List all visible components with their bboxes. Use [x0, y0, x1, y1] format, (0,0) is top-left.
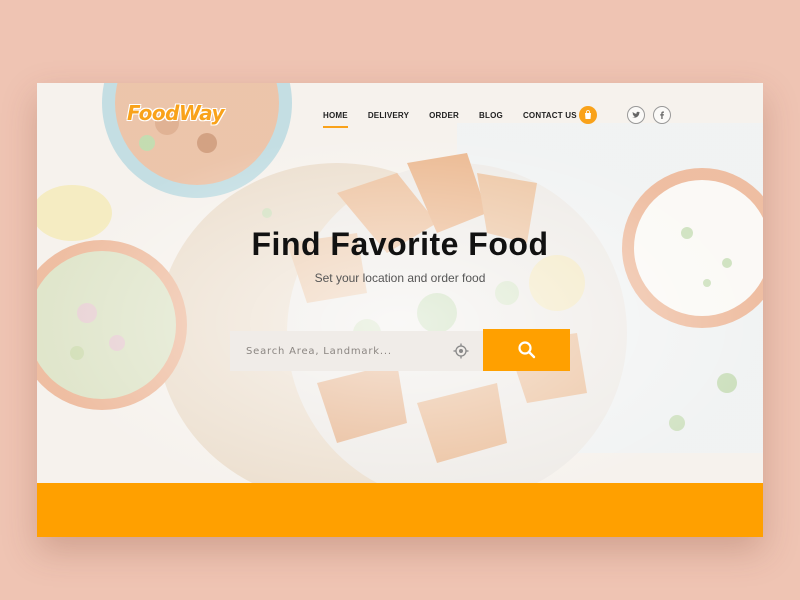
nav-item-contact-us[interactable]: CONTACT US: [523, 111, 577, 128]
hero-title: Find Favorite Food: [251, 226, 549, 262]
footer-band: [37, 483, 763, 537]
nav-item-order[interactable]: ORDER: [429, 111, 459, 128]
main-nav: HOME DELIVERY ORDER BLOG CONTACT US: [323, 111, 597, 128]
search-button[interactable]: [483, 329, 570, 371]
nav-item-blog[interactable]: BLOG: [479, 111, 503, 128]
search-input[interactable]: [230, 331, 440, 371]
nav-item-home[interactable]: HOME: [323, 111, 348, 128]
shopping-bag-icon[interactable]: [579, 106, 597, 124]
foodway-logo[interactable]: FoodWay: [127, 101, 225, 125]
location-search-box: [230, 331, 483, 371]
twitter-icon[interactable]: [627, 106, 645, 124]
nav-item-delivery[interactable]: DELIVERY: [368, 111, 409, 128]
facebook-icon[interactable]: [653, 106, 671, 124]
hero-subtitle: Set your location and order food: [314, 271, 486, 285]
landing-page-card: FoodWay HOME DELIVERY ORDER BLOG CONTACT…: [37, 83, 763, 537]
search-icon: [517, 341, 535, 359]
location-target-icon[interactable]: [453, 343, 469, 359]
hero-section: FoodWay HOME DELIVERY ORDER BLOG CONTACT…: [37, 83, 763, 483]
